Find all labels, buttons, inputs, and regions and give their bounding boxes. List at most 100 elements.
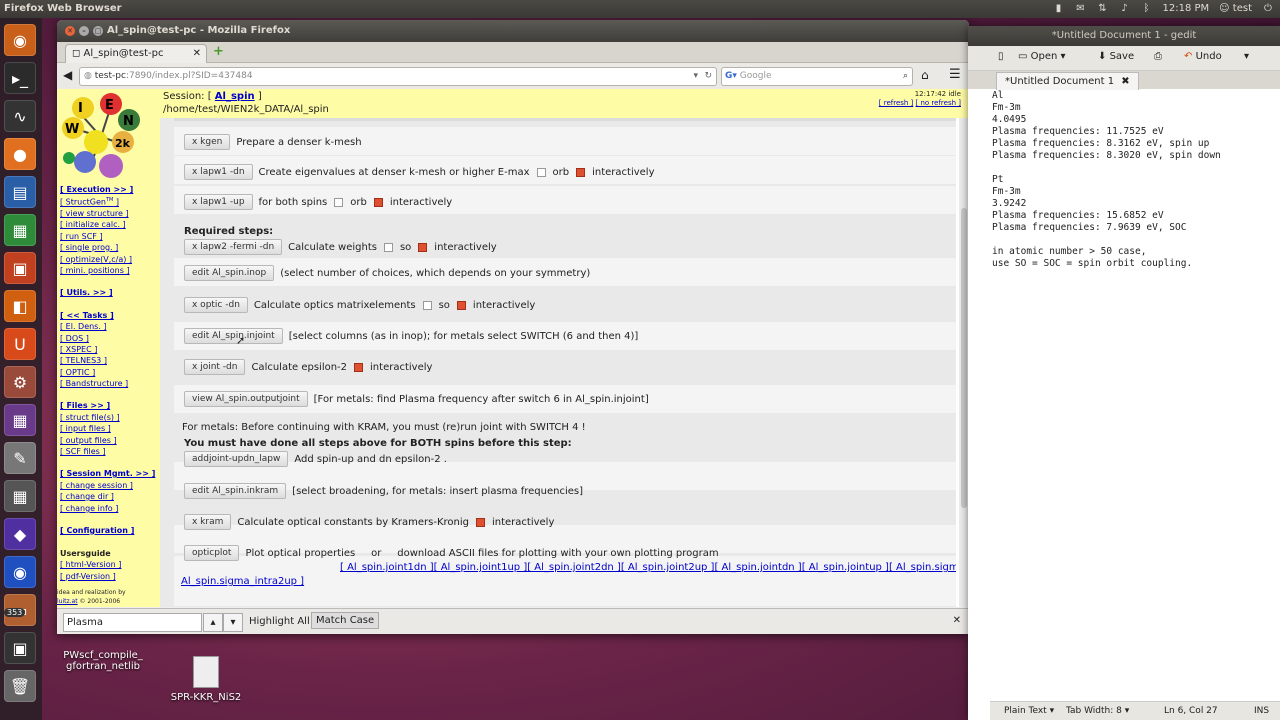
link-view-structure[interactable]: [ view structure ] — [60, 209, 129, 218]
calculator-icon[interactable]: ▦ — [4, 480, 36, 512]
lapw1-up-button[interactable]: x lapw1 -up — [184, 194, 253, 210]
text-editor-icon[interactable]: ✎ — [4, 442, 36, 474]
google-icon[interactable]: G▾ — [725, 71, 737, 81]
back-icon[interactable]: ◀ — [63, 68, 72, 82]
home-icon[interactable]: ⌂ — [921, 68, 929, 82]
link-run-scf[interactable]: [ run SCF ] — [60, 232, 103, 241]
search-icon[interactable]: ⌕ — [903, 68, 908, 85]
browser-tab[interactable]: ◻ Al_spin@test-pc ✕ — [65, 44, 207, 63]
desktop-icon-pwscf[interactable]: PWscf_compile_ gfortran_netlib — [58, 636, 148, 672]
link-input-files[interactable]: [ input files ] — [60, 424, 111, 433]
interactively-checkbox[interactable] — [354, 362, 364, 372]
link-change-session[interactable]: [ change session ] — [60, 481, 133, 490]
no-refresh-link[interactable]: [ no refresh ] — [916, 99, 961, 107]
link-tasks[interactable]: [ << Tasks ] — [60, 311, 114, 320]
close-tab-icon[interactable]: ✕ — [193, 45, 201, 63]
link-bandstructure[interactable]: [ Bandstructure ] — [60, 379, 128, 388]
link-telnes[interactable]: [ TELNES3 ] — [60, 356, 107, 365]
link-initialize[interactable]: [ initialize calc. ] — [60, 220, 126, 229]
link-dos[interactable]: [ DOS ] — [60, 334, 89, 343]
link-scf-files[interactable]: [ SCF files ] — [60, 447, 106, 456]
link-utils[interactable]: [ Utils. >> ] — [60, 288, 113, 297]
settings-icon[interactable]: ⚙ — [4, 366, 36, 398]
undo-button[interactable]: ↶ Undo — [1184, 51, 1222, 62]
volume-icon[interactable]: ♪ — [1119, 0, 1131, 18]
so-checkbox[interactable] — [422, 300, 432, 310]
find-previous-icon[interactable]: ▴ — [203, 613, 223, 632]
link-el-dens[interactable]: [ El. Dens. ] — [60, 322, 107, 331]
link-struct-files[interactable]: [ struct file(s) ] — [60, 413, 120, 422]
toolbar-overflow-icon[interactable]: ▾ — [1244, 51, 1249, 62]
close-document-icon[interactable]: ✖ — [1121, 76, 1129, 87]
kgen-button[interactable]: x kgen — [184, 134, 231, 150]
clock[interactable]: 12:18 PM — [1163, 0, 1210, 18]
orb-checkbox[interactable] — [536, 167, 546, 177]
reload-icon[interactable]: ↻ — [704, 68, 712, 85]
match-case-button[interactable]: Match Case — [311, 612, 380, 629]
find-input[interactable]: Plasma — [63, 613, 202, 632]
close-window-icon[interactable]: ✕ — [65, 26, 75, 36]
interactively-checkbox[interactable] — [373, 197, 383, 207]
joint-dn-button[interactable]: x joint -dn — [184, 359, 246, 375]
menu-icon[interactable]: ☰ — [949, 67, 961, 82]
minimize-window-icon[interactable]: – — [79, 26, 89, 36]
new-document-icon[interactable]: ▯ — [998, 51, 1004, 62]
gedit-text-area[interactable]: Al Fm-3m 4.0495 Plasma frequencies: 11.7… — [992, 90, 1221, 270]
user-menu[interactable]: ☺ test — [1219, 0, 1252, 18]
url-bar[interactable]: ◍ test-pc:7890/index.pl?SID=437484 ▾ ↻ — [79, 67, 717, 86]
edit-injoint-button[interactable]: edit Al_spin.injoint — [184, 328, 283, 344]
open-button[interactable]: ▭ Open ▾ — [1018, 51, 1066, 62]
maximize-window-icon[interactable]: □ — [93, 26, 103, 36]
opticplot-button[interactable]: opticplot — [184, 545, 240, 561]
dash-home-icon[interactable]: ◉ — [4, 24, 36, 56]
addjoint-button[interactable]: addjoint-updn_lapw — [184, 451, 289, 467]
ascii-file-links[interactable]: [ Al_spin.joint1dn ][ Al_spin.joint1up ]… — [340, 562, 956, 573]
link-execution[interactable]: [ Execution >> ] — [60, 185, 133, 194]
highlight-all-button[interactable]: Highlight All — [249, 616, 310, 627]
link-html-version[interactable]: [ html-Version ] — [60, 560, 121, 569]
scrollbar-thumb[interactable] — [961, 208, 967, 508]
link-optimize[interactable]: [ optimize(V,c/a) ] — [60, 255, 132, 264]
so-checkbox[interactable] — [383, 242, 393, 252]
lapw1-dn-button[interactable]: x lapw1 -dn — [184, 164, 253, 180]
kram-button[interactable]: x kram — [184, 514, 232, 530]
link-output-files[interactable]: [ output files ] — [60, 436, 117, 445]
close-findbar-icon[interactable]: ✕ — [953, 615, 961, 626]
url-dropdown-icon[interactable]: ▾ — [693, 68, 698, 85]
link-luitz[interactable]: luitz.at — [57, 598, 78, 605]
print-icon[interactable]: ⎙ — [1154, 51, 1162, 62]
link-optic[interactable]: [ OPTIC ] — [60, 368, 95, 377]
software-center-icon[interactable]: ◧ — [4, 290, 36, 322]
calc-icon[interactable]: ▦ — [4, 214, 36, 246]
workspace-icon[interactable]: ▣ — [4, 632, 36, 664]
battery-icon[interactable]: ▮ — [1053, 0, 1065, 18]
keyboard-icon[interactable]: ⇅ — [1097, 0, 1109, 18]
edit-inop-button[interactable]: edit Al_spin.inop — [184, 265, 275, 281]
save-button[interactable]: ⬇ Save — [1098, 51, 1134, 62]
writer-icon[interactable]: ▤ — [4, 176, 36, 208]
optic-dn-button[interactable]: x optic -dn — [184, 297, 248, 313]
link-xspec[interactable]: [ XSPEC ] — [60, 345, 97, 354]
desktop-icon-spr-kkr[interactable]: SPR-KKR_NiS2 — [165, 656, 247, 703]
orb-checkbox[interactable] — [334, 197, 344, 207]
trash-icon[interactable]: 🗑 — [4, 670, 36, 702]
interactively-checkbox[interactable] — [456, 300, 466, 310]
link-files[interactable]: [ Files >> ] — [60, 401, 110, 410]
system-monitor-icon[interactable]: ∿ — [4, 100, 36, 132]
firefox-icon[interactable]: ● — [4, 138, 36, 170]
link-change-dir[interactable]: [ change dir ] — [60, 492, 114, 501]
link-configuration[interactable]: [ Configuration ] — [60, 526, 134, 535]
language-selector[interactable]: Plain Text ▾ — [1004, 702, 1054, 720]
link-pdf-version[interactable]: [ pdf-Version ] — [60, 572, 116, 581]
search-bar[interactable]: G▾ Google ⌕ — [721, 67, 913, 86]
view-outputjoint-button[interactable]: view Al_spin.outputjoint — [184, 391, 308, 407]
ubuntu-one-icon[interactable]: U — [4, 328, 36, 360]
tab-width-selector[interactable]: Tab Width: 8 ▾ — [1066, 702, 1129, 720]
new-tab-icon[interactable]: + — [213, 44, 224, 59]
terminal-icon[interactable]: ▸_ — [4, 62, 36, 94]
wien2k-logo[interactable]: I E W N 2k — [61, 92, 141, 180]
find-next-icon[interactable]: ▾ — [223, 613, 243, 632]
app-purple-icon[interactable]: ◆ — [4, 518, 36, 550]
link-single-prog[interactable]: [ single prog. ] — [60, 243, 118, 252]
mail-icon[interactable]: ✉ — [1075, 0, 1087, 18]
